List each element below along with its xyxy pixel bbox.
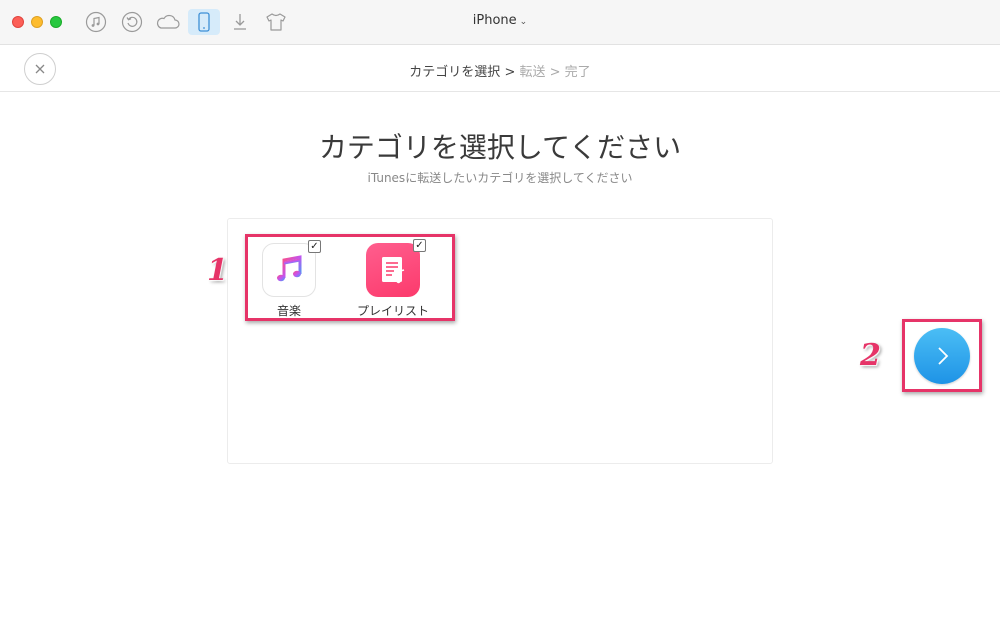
annotation-number-2: 2 [860,338,881,373]
annotation-box-next [902,319,982,392]
cloud-icon[interactable] [153,9,183,35]
page-subtitle: iTunesに転送したいカテゴリを選択してください [367,171,633,185]
close-icon [35,64,45,74]
tshirt-icon[interactable] [261,9,291,35]
breadcrumb-step-transfer: 転送 [519,65,546,80]
download-icon[interactable] [225,9,255,35]
title-bar: iPhone ⌄ [0,0,1000,45]
step-header: カテゴリを選択 > 転送 > 完了 [0,46,1000,92]
annotation-number-1: 1 [207,253,228,288]
close-button[interactable] [24,53,56,85]
breadcrumb-step-complete: 完了 [564,65,591,80]
music-note-icon[interactable] [81,9,111,35]
close-window-button[interactable] [12,16,24,28]
minimize-window-button[interactable] [31,16,43,28]
phone-icon[interactable] [188,9,220,35]
chevron-down-icon: ⌄ [519,17,528,27]
breadcrumb-separator: > [500,65,520,80]
annotation-box-categories [245,234,455,321]
restore-icon[interactable] [117,9,147,35]
page-title: カテゴリを選択してください [318,131,682,164]
device-name: iPhone [472,13,517,28]
zoom-window-button[interactable] [50,16,62,28]
device-selector[interactable]: iPhone ⌄ [440,13,560,28]
breadcrumb: カテゴリを選択 > 転送 > 完了 [350,61,650,80]
breadcrumb-separator: > [545,65,565,80]
breadcrumb-step-select: カテゴリを選択 [409,65,501,80]
